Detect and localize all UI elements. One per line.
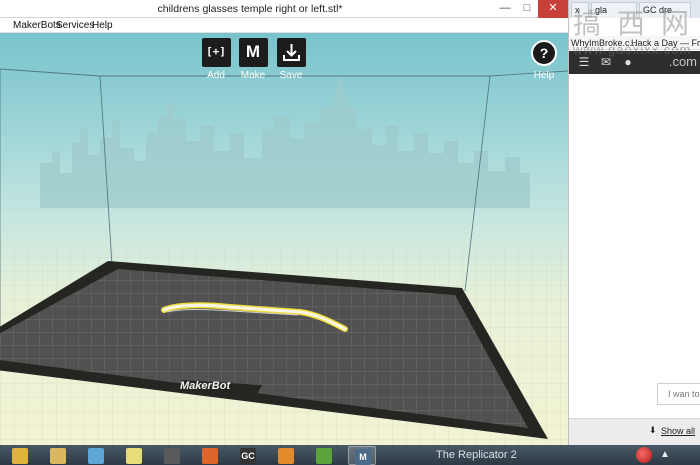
menu-bar: MakerBots Services Help bbox=[0, 18, 568, 33]
browser-tab[interactable]: x bbox=[571, 2, 589, 18]
tray-expand-icon[interactable]: ▲ bbox=[660, 449, 670, 460]
show-all-link[interactable]: Show all bbox=[661, 426, 695, 436]
browser-tab-strip: x gla GC dre bbox=[569, 0, 700, 18]
help-icon: ? bbox=[531, 40, 557, 66]
makerbot-m-icon: M bbox=[238, 38, 268, 67]
menu-icon[interactable]: ☰ bbox=[577, 55, 591, 69]
maximize-button[interactable]: □ bbox=[516, 0, 538, 18]
download-arrow-icon: ⬇ bbox=[649, 425, 657, 435]
make-label: Make bbox=[240, 70, 266, 81]
taskbar-chrome-app[interactable] bbox=[6, 446, 34, 465]
orange-app-icon bbox=[202, 448, 218, 464]
add-button[interactable]: [+] Add bbox=[201, 38, 231, 81]
window-title: childrens glasses temple right or left.s… bbox=[157, 3, 343, 15]
browser-tab[interactable]: GC dre bbox=[639, 2, 691, 18]
sticky-notes-app-icon bbox=[126, 448, 142, 464]
save-button[interactable]: Save bbox=[276, 38, 306, 81]
menu-item-services[interactable]: Services bbox=[56, 20, 94, 31]
gc-app-icon: GC bbox=[240, 448, 256, 464]
taskbar-green-app[interactable] bbox=[310, 446, 338, 465]
taskbar-notepad-app[interactable] bbox=[82, 446, 110, 465]
help-label: Help bbox=[533, 70, 555, 81]
chat-preview[interactable]: I wan to bbox=[657, 383, 700, 405]
blender-app-icon bbox=[278, 448, 294, 464]
taskbar-orange-app[interactable] bbox=[196, 446, 224, 465]
chrome-app-icon bbox=[12, 448, 28, 464]
makerbot-window: childrens glasses temple right or left.s… bbox=[0, 0, 568, 445]
taskbar: GC M The Replicator 2 ▲ bbox=[0, 445, 700, 465]
download-icon bbox=[276, 38, 306, 67]
help-button[interactable]: ? Help bbox=[530, 40, 558, 81]
add-label: Add bbox=[207, 70, 225, 81]
makerbot-app-icon: M bbox=[355, 449, 371, 465]
make-button[interactable]: M Make bbox=[238, 38, 268, 81]
city-skyline bbox=[40, 73, 530, 208]
save-label: Save bbox=[279, 70, 303, 81]
browser-tab[interactable]: gla bbox=[591, 2, 637, 18]
bookmark-item[interactable]: Hack a Day — Fres bbox=[631, 38, 700, 48]
menu-item-makerbots[interactable]: MakerBots bbox=[13, 20, 61, 31]
taskbar-makerbot-app[interactable]: M bbox=[348, 446, 376, 465]
notepad-app-icon bbox=[88, 448, 104, 464]
taskbar-gc-app[interactable]: GC bbox=[234, 446, 262, 465]
build-volume-scene: MakerBot bbox=[0, 68, 568, 445]
3d-viewport[interactable]: MakerBot [+] Add M Make Save ? Help bbox=[0, 33, 568, 445]
browser-window: x gla GC dre WhyImBroke.c... Hack a Day … bbox=[568, 0, 700, 445]
file-manager-app-icon bbox=[50, 448, 66, 464]
mail-icon[interactable]: ✉ bbox=[599, 55, 613, 69]
close-button[interactable]: ✕ bbox=[538, 0, 568, 18]
downloads-bar: ⬇ Show all bbox=[569, 418, 700, 445]
cat-app-icon bbox=[164, 448, 180, 464]
taskbar-file-manager-app[interactable] bbox=[44, 446, 72, 465]
green-app-icon bbox=[316, 448, 332, 464]
bookmarks-bar: WhyImBroke.c... Hack a Day — Fres bbox=[569, 36, 700, 50]
google-bar: ☰ ✉ ● .com bbox=[569, 51, 700, 74]
bookmark-item[interactable]: WhyImBroke.c... bbox=[571, 38, 637, 48]
person-icon[interactable]: ● bbox=[621, 55, 635, 69]
menu-item-help[interactable]: Help bbox=[92, 20, 113, 31]
makerbot-plate-logo: MakerBot bbox=[180, 380, 231, 392]
tray-app-icon[interactable] bbox=[636, 447, 652, 463]
tray-notification-text: The Replicator 2 bbox=[436, 449, 517, 461]
window-titlebar: childrens glasses temple right or left.s… bbox=[0, 0, 568, 18]
minimize-button[interactable]: — bbox=[494, 0, 516, 18]
domain-suffix: .com bbox=[668, 54, 697, 69]
taskbar-sticky-notes-app[interactable] bbox=[120, 446, 148, 465]
taskbar-cat-app[interactable] bbox=[158, 446, 186, 465]
add-icon: [+] bbox=[201, 38, 231, 67]
taskbar-blender-app[interactable] bbox=[272, 446, 300, 465]
